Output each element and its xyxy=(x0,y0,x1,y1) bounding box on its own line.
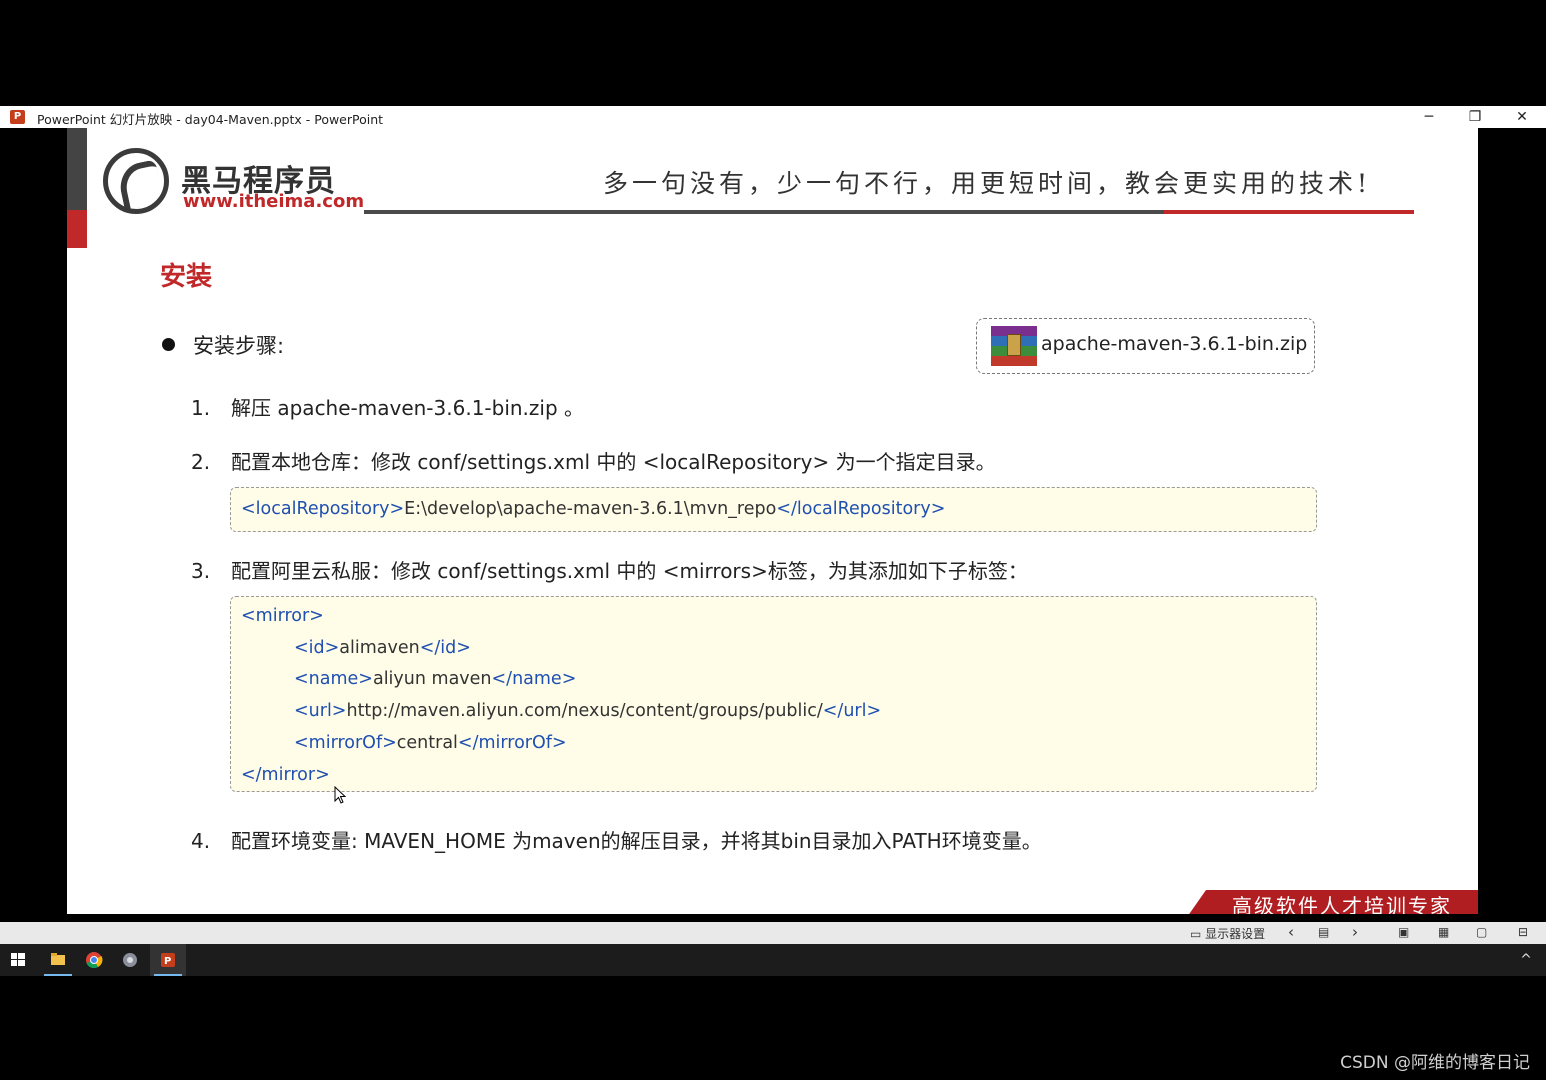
step-number: 4. xyxy=(191,829,211,853)
code-block-local-repository: <localRepository>E:\develop\apache-maven… xyxy=(230,487,1317,532)
step-text: 配置本地仓库：修改 conf/settings.xml 中的 <localRep… xyxy=(231,450,996,474)
window-title: PowerPoint 幻灯片放映 - day04-Maven.pptx - Po… xyxy=(37,112,384,127)
slideshow-view-icon[interactable]: ⊟ xyxy=(1518,925,1528,939)
header-divider xyxy=(364,210,1164,214)
horse-logo-icon xyxy=(103,148,169,214)
zip-file-callout: apache-maven-3.6.1-bin.zip xyxy=(976,318,1315,374)
step-1: 1. 解压 apache-maven-3.6.1-bin.zip 。 xyxy=(191,392,584,421)
tray-chevron-icon[interactable]: ^ xyxy=(1508,944,1544,976)
footer-corner-text: 高级软件人才培训专家 xyxy=(1232,894,1452,914)
csdn-watermark: CSDN @阿维的博客日记 xyxy=(1340,1053,1530,1073)
slideshow-control-bar: ▭ 显示器设置 ‹ ▤ › ▣ ▦ ▢ ⊟ xyxy=(0,922,1546,944)
slide: 黑马程序员 www.itheima.com 多一句没有，少一句不行，用更短时间，… xyxy=(67,128,1478,914)
reading-view-icon[interactable]: ▢ xyxy=(1476,925,1487,939)
step-number: 2. xyxy=(191,450,211,474)
code-line: <mirror> xyxy=(241,606,324,626)
step-number: 1. xyxy=(191,396,211,420)
code-line: </mirror> xyxy=(241,765,330,785)
start-icon[interactable] xyxy=(0,944,36,976)
header-accent-red xyxy=(67,210,87,248)
step-2: 2. 配置本地仓库：修改 conf/settings.xml 中的 <localR… xyxy=(191,446,996,475)
mouse-cursor-icon xyxy=(334,786,346,804)
code-line: <url>http://maven.aliyun.com/nexus/conte… xyxy=(294,701,882,721)
bullet-icon xyxy=(162,338,175,351)
code-block-mirror: <mirror> <id>alimaven</id> <name>aliyun … xyxy=(230,596,1317,792)
previous-slide-button[interactable]: ‹ xyxy=(1288,923,1294,941)
code-line: <mirrorOf>central</mirrorOf> xyxy=(294,733,567,753)
display-settings-button[interactable]: ▭ 显示器设置 xyxy=(1190,925,1265,942)
display-settings-label: 显示器设置 xyxy=(1205,927,1266,941)
step-text: 配置环境变量: MAVEN_HOME 为maven的解压目录，并将其bin目录加… xyxy=(231,829,1042,853)
slide-heading: 安装 xyxy=(160,262,213,292)
code-line: <id>alimaven</id> xyxy=(294,638,471,658)
code-line: <name>aliyun maven</name> xyxy=(294,669,577,689)
file-explorer-icon[interactable] xyxy=(40,944,76,976)
header-accent-dark xyxy=(67,128,87,210)
bullet-text: 安装步骤: xyxy=(193,334,285,358)
chrome-icon[interactable] xyxy=(76,944,112,976)
next-slide-button[interactable]: › xyxy=(1352,923,1358,941)
app-icon[interactable] xyxy=(112,944,148,976)
close-button[interactable]: ✕ xyxy=(1499,106,1545,128)
taskbar: P ^ xyxy=(0,944,1546,976)
svg-text:P: P xyxy=(164,956,171,967)
monitor-icon: ▭ xyxy=(1190,927,1202,941)
step-text: 解压 apache-maven-3.6.1-bin.zip 。 xyxy=(231,396,585,420)
slide-sorter-icon[interactable]: ▤ xyxy=(1318,925,1329,939)
sorter-view-icon[interactable]: ▦ xyxy=(1438,925,1449,939)
step-4: 4. 配置环境变量: MAVEN_HOME 为maven的解压目录，并将其bin目… xyxy=(191,825,1042,854)
slogan: 多一句没有，少一句不行，用更短时间，教会更实用的技术! xyxy=(603,169,1372,198)
restore-button[interactable]: ❐ xyxy=(1452,106,1498,128)
normal-view-icon[interactable]: ▣ xyxy=(1398,925,1409,939)
step-number: 3. xyxy=(191,559,211,583)
logo-url: www.itheima.com xyxy=(183,191,365,212)
header-divider-accent xyxy=(1164,210,1414,214)
code-line: <localRepository>E:\develop\apache-maven… xyxy=(241,499,946,519)
winrar-archive-icon xyxy=(991,326,1037,366)
step-3: 3. 配置阿里云私服：修改 conf/settings.xml 中的 <mirro… xyxy=(191,555,1028,584)
powerpoint-taskbar-icon[interactable]: P xyxy=(150,944,186,976)
step-text: 配置阿里云私服：修改 conf/settings.xml 中的 <mirrors… xyxy=(231,559,1028,583)
zip-file-name: apache-maven-3.6.1-bin.zip xyxy=(1041,333,1308,355)
window-title-bar: P PowerPoint 幻灯片放映 - day04-Maven.pptx - … xyxy=(0,106,1546,128)
powerpoint-icon: P xyxy=(10,110,25,124)
minimize-button[interactable]: ─ xyxy=(1406,106,1452,128)
